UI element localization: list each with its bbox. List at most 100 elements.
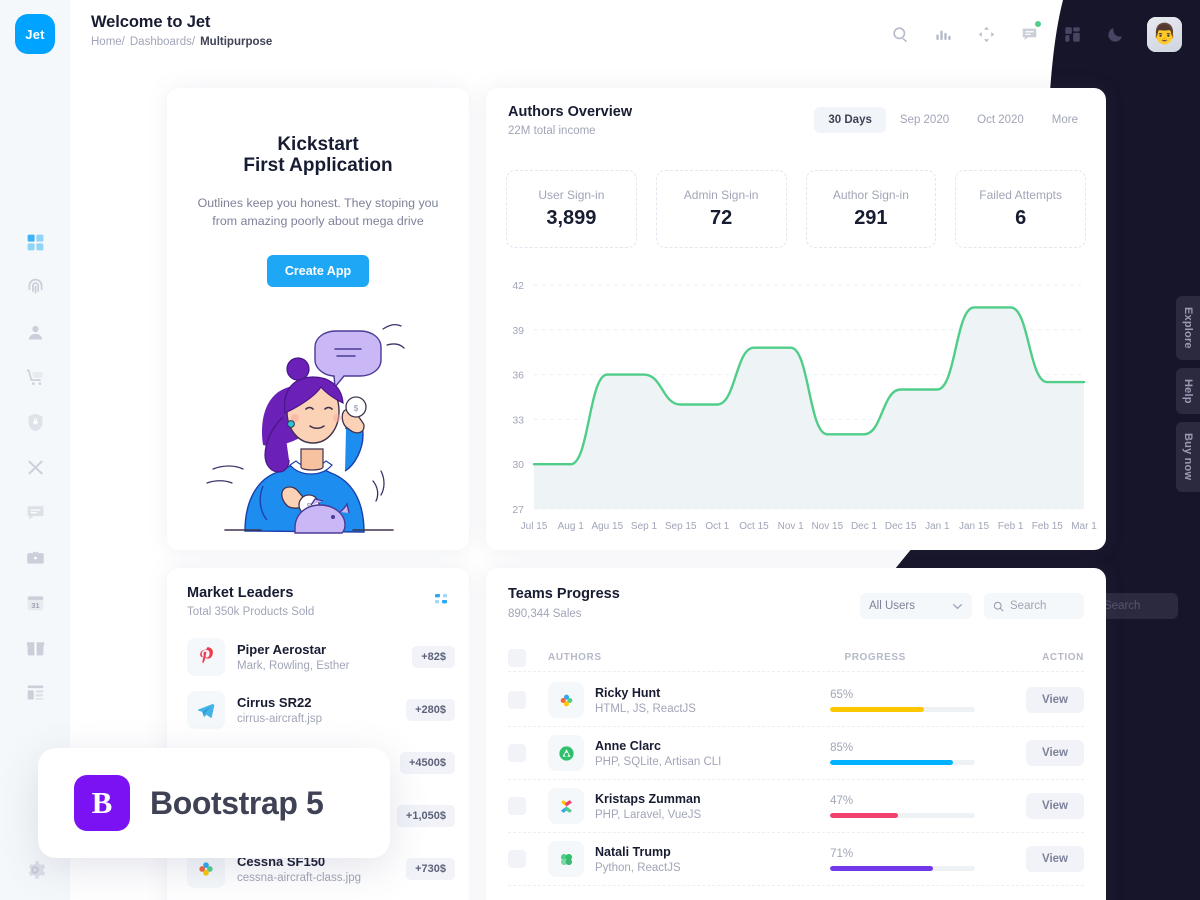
teams-subtitle: 890,344 Sales	[508, 608, 582, 620]
tab-more[interactable]: More	[1038, 107, 1092, 133]
row-stack: PHP, Laravel, VueJS	[595, 808, 702, 821]
list-item-name: Piper Aerostar	[237, 641, 327, 657]
view-button[interactable]: View	[1026, 793, 1084, 819]
list-item[interactable]: Cirrus SR22 cirrus-aircraft.jsp +280$	[187, 683, 455, 736]
table-row[interactable]: Natali Trump Python, ReactJS 71% View	[508, 833, 1084, 886]
table-row[interactable]: Ricky Hunt HTML, JS, ReactJS 65% View	[508, 674, 1084, 727]
view-button[interactable]: View	[1026, 846, 1084, 872]
svg-text:Oct 1: Oct 1	[705, 521, 729, 532]
kickstart-title-line1: Kickstart	[277, 134, 359, 155]
svg-text:30: 30	[512, 459, 524, 471]
tab-explore[interactable]: Explore	[1176, 296, 1200, 360]
list-item-amount: +730$	[406, 857, 455, 880]
svg-text:31: 31	[31, 601, 39, 610]
sidebar-item-cart[interactable]	[22, 364, 48, 390]
notification-dot	[1035, 20, 1041, 27]
row-progress: 71%	[830, 848, 1026, 871]
row-author: Anne Clarc PHP, SQLite, Artisan CLI	[595, 739, 830, 768]
search-input[interactable]: Search	[984, 593, 1084, 619]
sidebar-item-gift[interactable]	[22, 634, 48, 660]
gear-icon[interactable]	[23, 858, 47, 882]
breadcrumb: Home/ Dashboards/ Multipurpose	[91, 36, 272, 48]
svg-text:Dec 1: Dec 1	[851, 521, 878, 532]
sidebar-item-dashboard[interactable]	[22, 229, 48, 255]
sidebar-item-briefcase[interactable]	[22, 544, 48, 570]
authors-stats: User Sign-in 3,899 Admin Sign-in 72 Auth…	[506, 170, 1086, 248]
stat-failed-attempts: Failed Attempts 6	[955, 170, 1086, 248]
list-item-text: Cirrus SR22 cirrus-aircraft.jsp	[237, 695, 406, 725]
svg-text:36: 36	[512, 370, 524, 382]
tab-30-days[interactable]: 30 Days	[814, 107, 886, 133]
message-icon[interactable]	[1018, 20, 1041, 46]
row-checkbox[interactable]	[508, 744, 526, 762]
bootstrap-logo-icon: B	[74, 775, 130, 831]
svg-text:39: 39	[512, 325, 524, 337]
app-logo[interactable]: Jet	[15, 14, 55, 54]
column-action: ACTION	[1042, 652, 1084, 663]
stat-value: 3,899	[546, 207, 597, 229]
grid-icon[interactable]	[1061, 24, 1083, 46]
drive-green-icon	[548, 735, 584, 771]
view-button[interactable]: View	[1026, 687, 1084, 713]
authors-subtitle: 22M total income	[508, 125, 596, 137]
table-row[interactable]: Anne Clarc PHP, SQLite, Artisan CLI 85% …	[508, 727, 1084, 780]
column-authors: AUTHORS	[548, 652, 602, 663]
table-row[interactable]: Kristaps Zumman PHP, Laravel, VueJS 47% …	[508, 780, 1084, 833]
sidebar-item-tools[interactable]	[22, 454, 48, 480]
list-item-amount: +4500$	[399, 751, 455, 774]
row-stack: Python, ReactJS	[595, 861, 681, 874]
move-icon[interactable]	[975, 24, 997, 46]
right-side-tabs: Explore Help Buy now	[1164, 296, 1200, 492]
moon-icon[interactable]	[1104, 24, 1126, 46]
svg-text:Mar 1: Mar 1	[1071, 521, 1097, 532]
tab-buy-now[interactable]: Buy now	[1176, 422, 1200, 492]
list-item[interactable]: Piper Aerostar Mark, Rowling, Esther +82…	[187, 630, 455, 683]
tab-help[interactable]: Help	[1176, 367, 1200, 415]
svg-text:42: 42	[512, 280, 524, 292]
view-button[interactable]: View	[1026, 740, 1084, 766]
top-header: Welcome to Jet Home/ Dashboards/ Multipu…	[70, 0, 1200, 66]
stat-label: Admin Sign-in	[683, 188, 759, 202]
progress-bar	[830, 865, 976, 871]
tab-sep-2020[interactable]: Sep 2020	[886, 107, 963, 133]
dots-grid-icon[interactable]	[435, 593, 449, 605]
pinwheel-red-icon	[548, 788, 584, 824]
row-progress-pct: 47%	[830, 794, 854, 807]
bootstrap-label: Bootstrap 5	[150, 784, 324, 821]
teams-title: Teams Progress	[508, 586, 620, 602]
row-checkbox[interactable]	[508, 691, 526, 709]
row-checkbox[interactable]	[508, 797, 526, 815]
sidebar-item-calendar[interactable]: 31	[22, 589, 48, 615]
sidebar-item-chat[interactable]	[22, 499, 48, 525]
breadcrumb-dashboards[interactable]: Dashboards/	[130, 36, 195, 48]
svg-text:Dec 15: Dec 15	[885, 521, 917, 532]
sidebar-nav: 31	[22, 229, 48, 705]
svg-text:Sep 15: Sep 15	[665, 521, 697, 532]
user-filter-select[interactable]: All Users	[860, 593, 972, 619]
pinterest-icon	[187, 637, 225, 676]
svg-text:Jan 1: Jan 1	[925, 521, 950, 532]
svg-text:Jan 15: Jan 15	[959, 521, 989, 532]
sidebar-item-security[interactable]	[22, 409, 48, 435]
create-app-button[interactable]: Create App	[266, 254, 370, 287]
svg-text:33: 33	[512, 414, 524, 426]
row-checkbox[interactable]	[508, 850, 526, 868]
kickstart-subtitle: Outlines keep you honest. They stoping y…	[197, 195, 439, 228]
tab-oct-2020[interactable]: Oct 2020	[963, 107, 1038, 133]
page-title: Welcome to Jet	[91, 13, 211, 31]
stat-author-signin: Author Sign-in 291	[805, 170, 937, 248]
breadcrumb-home[interactable]: Home/	[91, 36, 125, 48]
avatar[interactable]: 👨	[1147, 17, 1182, 52]
select-all-checkbox[interactable]	[508, 648, 526, 667]
search-icon[interactable]	[889, 24, 911, 46]
sidebar-item-layout[interactable]	[22, 679, 48, 705]
stat-admin-signin: Admin Sign-in 72	[655, 170, 787, 248]
avatar-image: 👨	[1152, 23, 1177, 46]
sidebar-item-fingerprint[interactable]	[22, 274, 48, 300]
svg-text:Agu 15: Agu 15	[591, 521, 623, 532]
list-item-amount: +280$	[406, 698, 455, 721]
sidebar-item-profile[interactable]	[22, 319, 48, 345]
user-filter-value: All Users	[869, 600, 916, 612]
bar-chart-icon[interactable]	[932, 24, 954, 46]
svg-text:Nov 1: Nov 1	[778, 521, 805, 532]
